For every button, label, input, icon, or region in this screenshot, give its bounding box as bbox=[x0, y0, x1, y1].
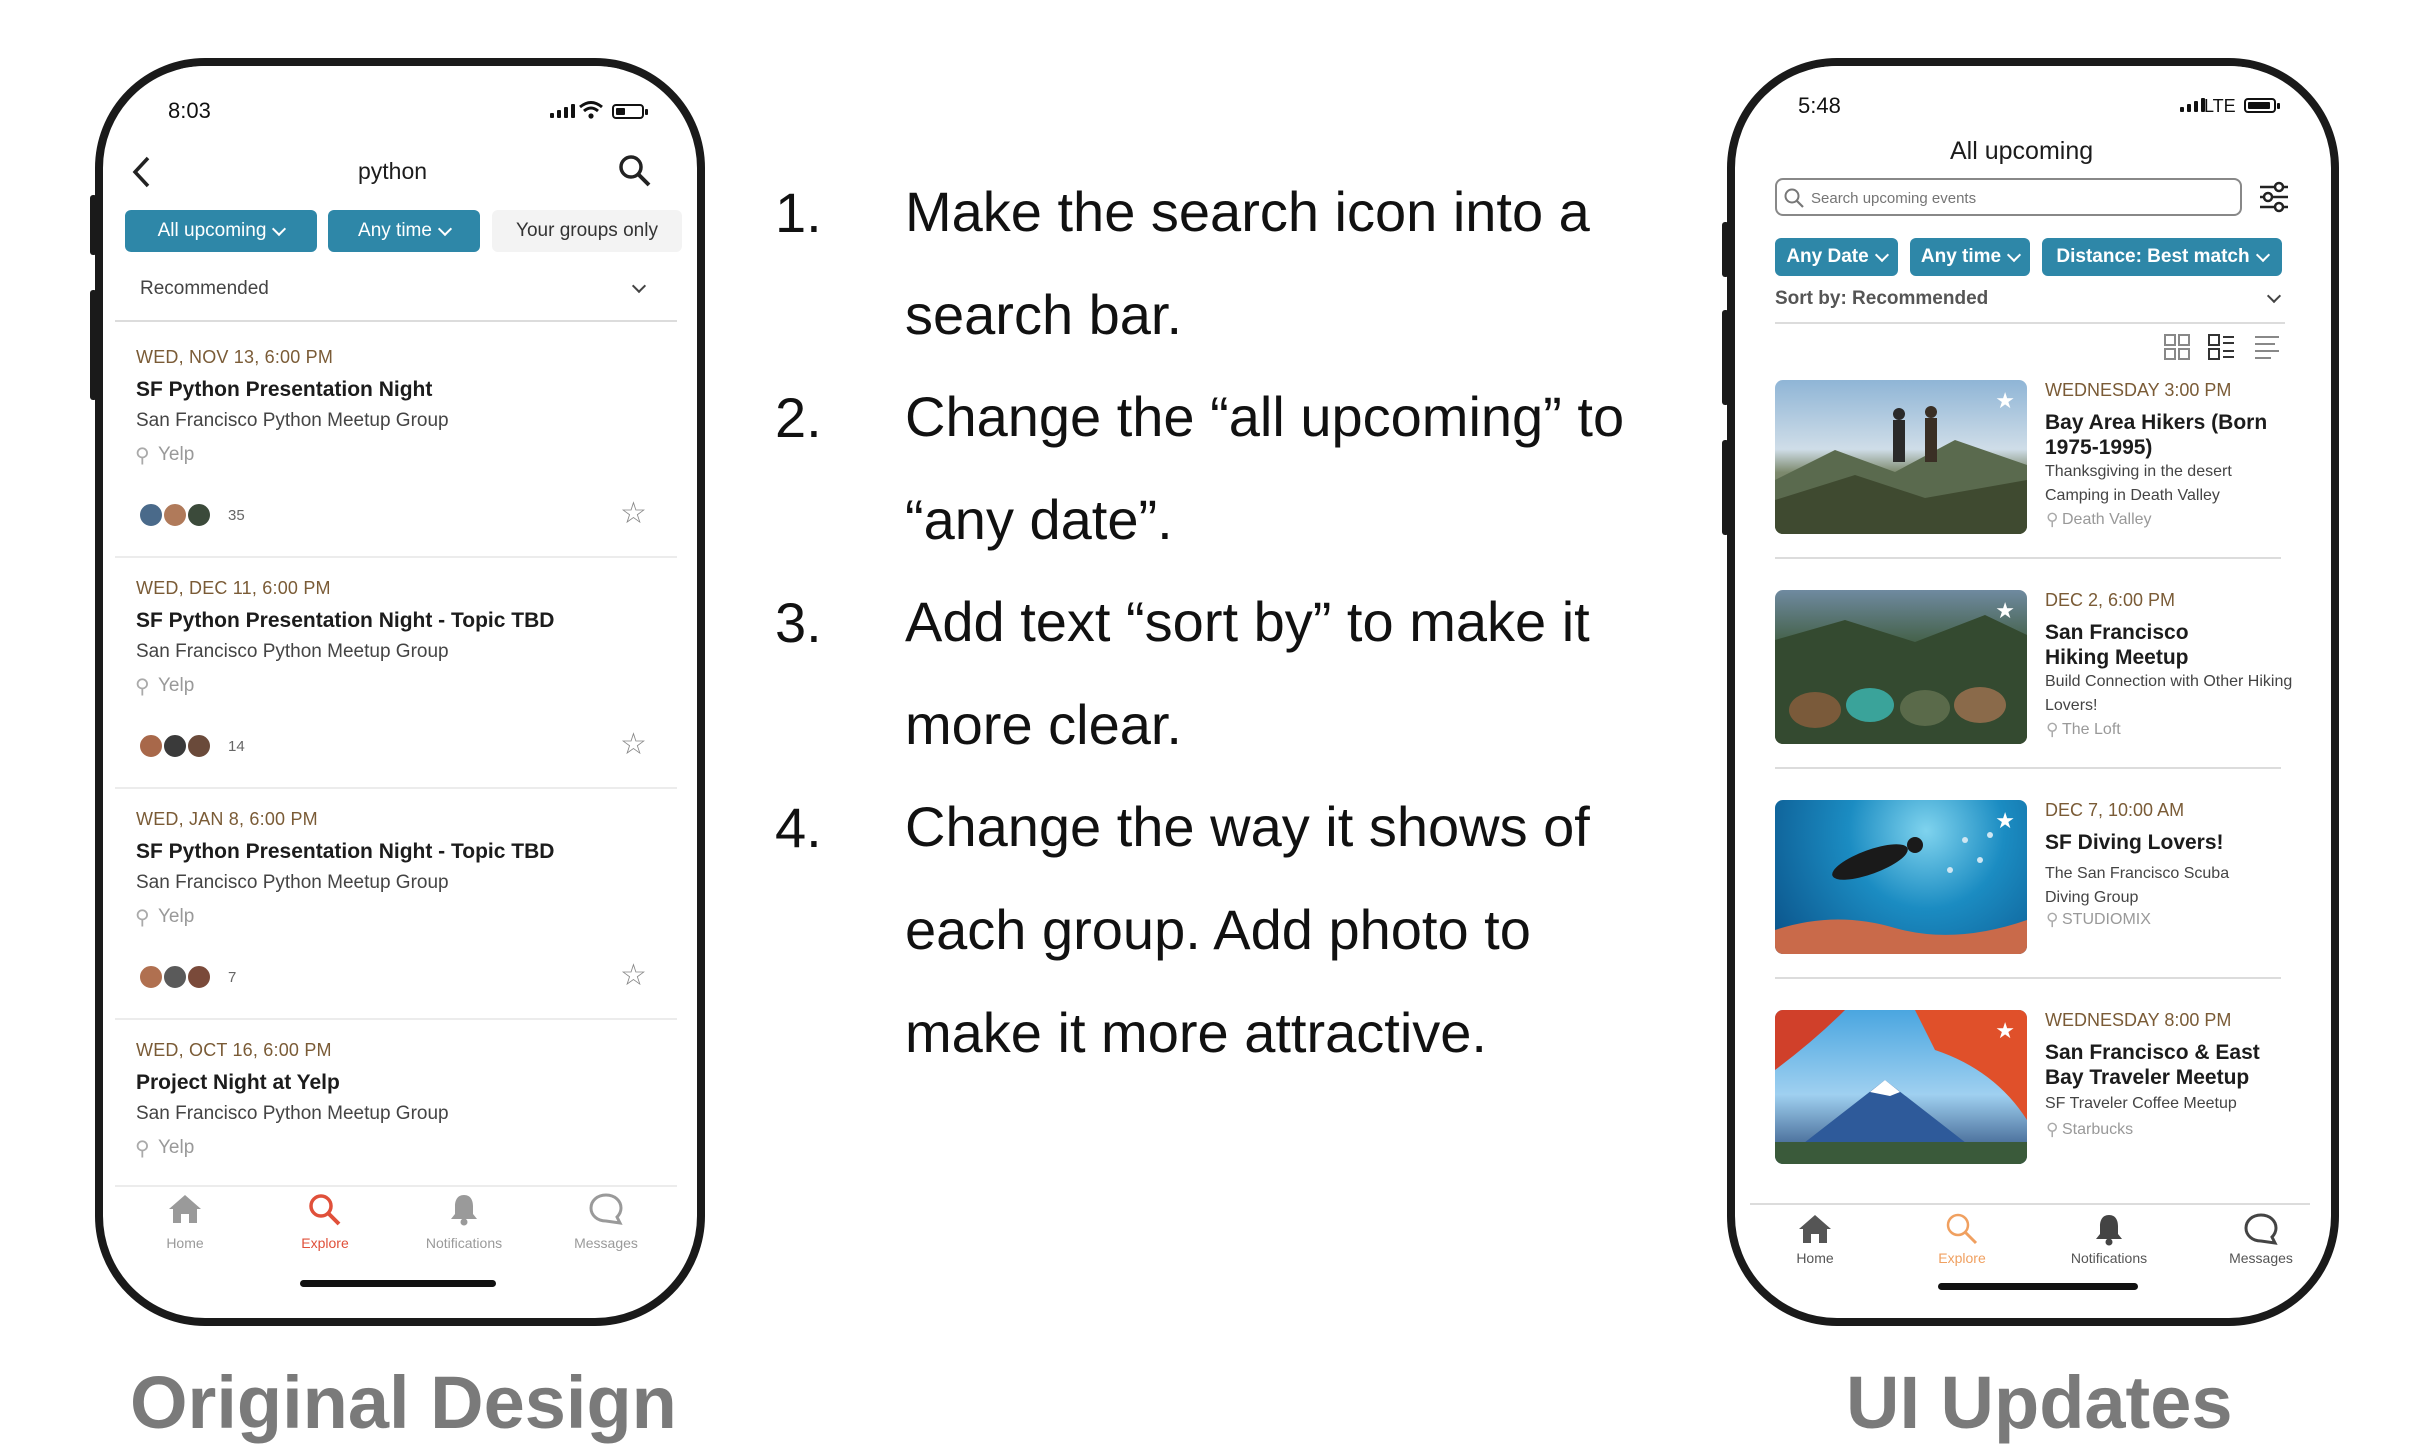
battery-icon bbox=[2244, 98, 2280, 113]
location-pin-icon: ⚲ bbox=[135, 445, 150, 467]
star-icon[interactable]: ☆ bbox=[620, 727, 647, 762]
chat-bubble-icon bbox=[2244, 1213, 2278, 1245]
location-pin-icon: ⚲ bbox=[2046, 1120, 2059, 1139]
location-pin-icon: ⚲ bbox=[135, 907, 150, 929]
filter-chip-all-upcoming[interactable]: All upcoming bbox=[125, 210, 317, 252]
home-icon bbox=[1799, 1215, 1831, 1243]
event-photo-mountain: ★ bbox=[1775, 1010, 2027, 1164]
avatar bbox=[186, 733, 212, 759]
event-photo-hikers: ★ bbox=[1775, 380, 2027, 534]
avatar bbox=[162, 502, 188, 528]
avatar bbox=[186, 502, 212, 528]
signal-icon bbox=[2180, 98, 2205, 112]
location-pin-icon: ⚲ bbox=[135, 1138, 150, 1160]
signal-icon bbox=[550, 104, 575, 118]
search-input[interactable] bbox=[1809, 184, 2213, 212]
avatar bbox=[138, 502, 164, 528]
location-pin-icon: ⚲ bbox=[135, 676, 150, 698]
star-icon[interactable]: ★ bbox=[1995, 388, 2015, 414]
home-icon bbox=[169, 1195, 201, 1223]
location-pin-icon: ⚲ bbox=[2046, 910, 2059, 929]
home-indicator bbox=[1938, 1283, 2138, 1290]
filter-chip-distance[interactable]: Distance: Best match bbox=[2042, 238, 2282, 276]
back-chevron-icon[interactable] bbox=[130, 155, 152, 189]
bell-icon bbox=[2096, 1215, 2122, 1246]
page-title: All upcoming bbox=[1950, 137, 2094, 165]
status-time: 5:48 bbox=[1798, 93, 1841, 118]
page-title: python bbox=[358, 158, 428, 184]
caption-original-design: Original Design bbox=[130, 1361, 677, 1444]
chevron-down-icon bbox=[437, 221, 453, 236]
filter-chip-your-groups[interactable]: Your groups only bbox=[492, 210, 682, 252]
list-thumbnail-view-icon[interactable] bbox=[2207, 333, 2235, 361]
chevron-down-icon bbox=[2266, 288, 2282, 304]
grid-view-icon[interactable] bbox=[2163, 333, 2191, 361]
chevron-down-icon bbox=[631, 278, 647, 294]
filter-settings-icon[interactable] bbox=[2257, 180, 2291, 214]
avatar bbox=[186, 964, 212, 990]
filter-chip-any-time[interactable]: Any time bbox=[328, 210, 480, 252]
bell-icon bbox=[451, 1195, 477, 1226]
battery-icon bbox=[612, 104, 648, 119]
star-icon[interactable]: ☆ bbox=[620, 496, 647, 531]
star-icon[interactable]: ★ bbox=[1995, 1018, 2015, 1044]
network-label: LTE bbox=[2204, 96, 2236, 116]
chat-bubble-icon bbox=[589, 1193, 623, 1225]
chevron-down-icon bbox=[1874, 247, 1889, 262]
star-icon[interactable]: ★ bbox=[1995, 598, 2015, 624]
sort-dropdown[interactable]: Sort by: Recommended bbox=[1775, 288, 2285, 318]
search-icon bbox=[1784, 188, 1804, 208]
location-pin-icon: ⚲ bbox=[2046, 510, 2059, 529]
chevron-down-icon bbox=[272, 221, 287, 236]
sort-label: Recommended bbox=[140, 278, 269, 299]
avatar bbox=[162, 964, 188, 990]
caption-ui-updates: UI Updates bbox=[1846, 1361, 2233, 1444]
wifi-icon bbox=[579, 101, 603, 119]
search-icon bbox=[309, 1194, 341, 1226]
filter-chip-any-date[interactable]: Any Date bbox=[1775, 238, 1898, 276]
event-photo-hiking-boots: ★ bbox=[1775, 590, 2027, 744]
search-icon bbox=[1946, 1213, 1978, 1245]
search-icon[interactable] bbox=[618, 154, 652, 188]
event-photo-diver: ★ bbox=[1775, 800, 2027, 954]
star-icon[interactable]: ☆ bbox=[620, 958, 647, 993]
filter-chip-any-time[interactable]: Any time bbox=[1910, 238, 2030, 276]
home-indicator bbox=[300, 1280, 496, 1287]
avatar bbox=[138, 964, 164, 990]
list-view-icon[interactable] bbox=[2253, 333, 2281, 361]
avatar bbox=[162, 733, 188, 759]
chevron-down-icon bbox=[2007, 247, 2022, 262]
chevron-down-icon bbox=[2255, 247, 2270, 262]
sort-label: Sort by: Recommended bbox=[1775, 288, 1989, 309]
status-time: 8:03 bbox=[168, 98, 211, 123]
sort-dropdown[interactable]: Recommended bbox=[140, 278, 650, 308]
location-pin-icon: ⚲ bbox=[2046, 720, 2059, 739]
search-bar[interactable] bbox=[1775, 178, 2242, 216]
avatar bbox=[138, 733, 164, 759]
star-icon[interactable]: ★ bbox=[1995, 808, 2015, 834]
